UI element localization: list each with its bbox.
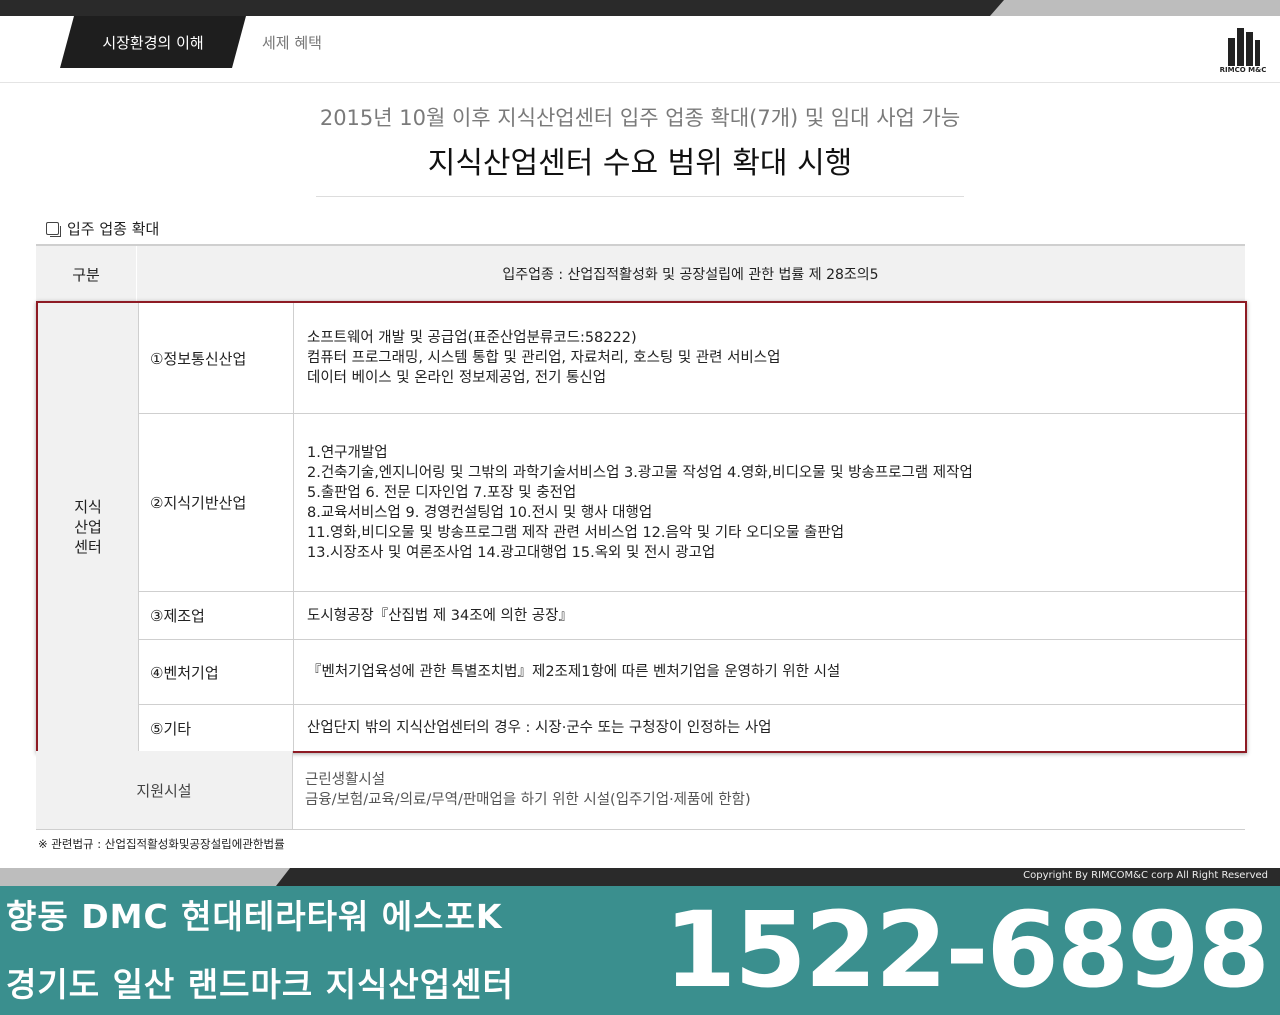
square-bullet-icon	[46, 222, 61, 237]
row-description: 산업단지 밖의 지식산업센터의 경우 : 시장·군수 또는 구청장이 인정하는 …	[307, 720, 772, 736]
tab-tax-benefits[interactable]: 세제 혜택	[262, 16, 322, 68]
header-category: 구분	[36, 246, 137, 302]
footer-stripe-accent	[0, 868, 290, 886]
table-row: ④벤처기업 『벤처기업육성에 관한 특별조치법』제2조제1항에 따른 벤처기업을…	[138, 640, 1245, 705]
phone-number[interactable]: 1522-6898	[664, 886, 1270, 1015]
row-name: ③제조업	[138, 592, 294, 639]
page-title: 지식산업센터 수요 범위 확대 시행	[427, 146, 853, 181]
page-subtitle: 2015년 10월 이후 지식산업센터 입주 업종 확대(7개) 및 임대 사업…	[319, 106, 961, 130]
support-label: 지원시설	[36, 751, 293, 829]
row-name: ②지식기반산업	[138, 414, 294, 591]
row-name: ①정보통신산업	[138, 303, 294, 413]
top-stripe-accent	[990, 0, 1280, 16]
row-description: 소프트웨어 개발 및 공급업(표준산업분류코드:58222) 컴퓨터 프로그래밍…	[307, 330, 781, 386]
copyright-text: Copyright By RIMCOM&C corp All Right Res…	[1023, 870, 1268, 881]
title-divider	[316, 196, 964, 197]
header-divider	[0, 82, 1280, 83]
table-row: ①정보통신산업 소프트웨어 개발 및 공급업(표준산업분류코드:58222) 컴…	[138, 303, 1245, 414]
footer-stripe: Copyright By RIMCOM&C corp All Right Res…	[0, 868, 1280, 886]
legal-note: ※ 관련법규 : 산업집적활성화및공장설립에관한법률	[38, 837, 285, 851]
support-facilities-row: 지원시설 근린생활시설 금융/보험/교육/의료/무역/판매업을 하기 위한 시설…	[36, 751, 1245, 830]
support-description: 근린생활시설 금융/보험/교육/의료/무역/판매업을 하기 위한 시설(입주기업…	[305, 772, 751, 808]
table-row: ③제조업 도시형공장『산집법 제 34조에 의한 공장』	[138, 592, 1245, 640]
knowledge-center-group: 지식 산업 센터 ①정보통신산업 소프트웨어 개발 및 공급업(표준산업분류코드…	[36, 301, 1247, 753]
row-description: 1.연구개발업 2.건축기술,엔지니어링 및 그밖의 과학기술서비스업 3.광고…	[307, 444, 973, 561]
section-label: 입주 업종 확대	[46, 218, 159, 239]
logo-text: RIMCO M&C	[1219, 66, 1267, 74]
ad-banner: 향동 DMC 현대테라타워 에스포K 경기도 일산 랜드마크 지식산업센터 15…	[0, 886, 1280, 1015]
table-header: 구분 입주업종 : 산업집적활성화 및 공장설립에 관한 법률 제 28조의5	[36, 244, 1245, 302]
row-name: ⑤기타	[138, 705, 294, 751]
banner-line-1: 향동 DMC 현대테라타워 에스포K	[6, 897, 503, 936]
table-row: ②지식기반산업 1.연구개발업 2.건축기술,엔지니어링 및 그밖의 과학기술서…	[138, 414, 1245, 592]
row-description: 『벤처기업육성에 관한 특별조치법』제2조제1항에 따른 벤처기업을 운영하기 …	[307, 664, 841, 680]
row-name: ④벤처기업	[138, 640, 294, 704]
group-label-cell: 지식 산업 센터	[38, 303, 139, 751]
top-header: 시장환경의 이해 세제 혜택 RIMCO M&C	[0, 0, 1280, 84]
table-row: ⑤기타 산업단지 밖의 지식산업센터의 경우 : 시장·군수 또는 구청장이 인…	[138, 705, 1245, 751]
banner-line-2: 경기도 일산 랜드마크 지식산업센터	[6, 965, 514, 1004]
header-industries: 입주업종 : 산업집적활성화 및 공장설립에 관한 법률 제 28조의5	[502, 267, 879, 283]
row-description: 도시형공장『산집법 제 34조에 의한 공장』	[307, 607, 573, 624]
tab-market-environment[interactable]: 시장환경의 이해	[60, 16, 246, 68]
